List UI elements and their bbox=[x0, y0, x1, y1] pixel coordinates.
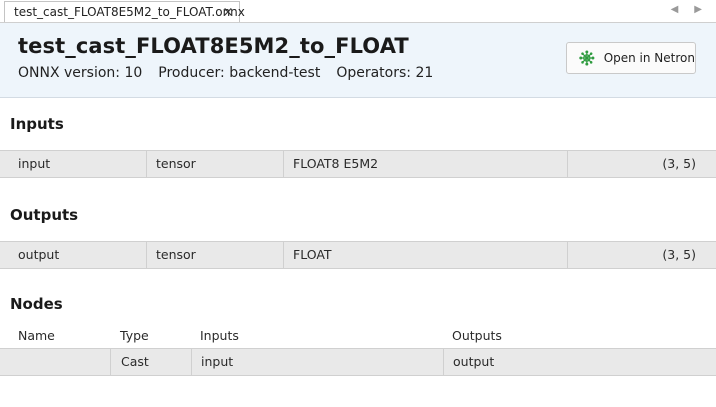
model-metadata: ONNX version: 10 Producer: backend-test Op… bbox=[18, 65, 433, 81]
output-kind: tensor bbox=[146, 242, 283, 268]
output-name: output bbox=[18, 247, 60, 262]
tab-scroll-controls: ◀ ▶ bbox=[671, 4, 702, 15]
chevron-left-icon[interactable]: ◀ bbox=[671, 4, 679, 15]
nodes-col-name: Name bbox=[18, 328, 55, 343]
input-dtype: FLOAT8 E5M2 bbox=[283, 151, 567, 177]
node-row: Cast input output bbox=[0, 348, 716, 376]
outputs-section-title: Outputs bbox=[10, 206, 79, 224]
output-row: output tensor FLOAT (3, 5) bbox=[0, 241, 716, 269]
nodes-col-outputs: Outputs bbox=[452, 328, 502, 343]
input-row: input tensor FLOAT8 E5M2 (3, 5) bbox=[0, 150, 716, 178]
open-in-netron-label: Open in Netron bbox=[603, 51, 695, 65]
node-outputs: output bbox=[443, 349, 716, 375]
onnx-version: ONNX version: 10 bbox=[18, 65, 143, 81]
input-name: input bbox=[18, 156, 51, 171]
nodes-col-inputs: Inputs bbox=[200, 328, 239, 343]
output-shape: (3, 5) bbox=[567, 242, 696, 268]
close-icon[interactable]: × bbox=[221, 5, 235, 19]
open-in-netron-button[interactable]: Open in Netron bbox=[566, 42, 696, 74]
node-type: Cast bbox=[110, 349, 191, 375]
model-header: test_cast_FLOAT8E5M2_to_FLOAT ONNX versi… bbox=[0, 23, 716, 98]
page-title: test_cast_FLOAT8E5M2_to_FLOAT bbox=[18, 34, 409, 58]
tab-label: test_cast_FLOAT8E5M2_to_FLOAT.onnx bbox=[14, 5, 245, 19]
nodes-section-title: Nodes bbox=[10, 295, 63, 313]
output-dtype: FLOAT bbox=[283, 242, 567, 268]
operator-count: Operators: 21 bbox=[336, 65, 434, 81]
tab-strip: test_cast_FLOAT8E5M2_to_FLOAT.onnx × ◀ ▶ bbox=[0, 0, 716, 23]
nodes-col-type: Type bbox=[120, 328, 149, 343]
chevron-right-icon[interactable]: ▶ bbox=[694, 4, 702, 15]
producer: Producer: backend-test bbox=[158, 65, 321, 81]
input-shape: (3, 5) bbox=[567, 151, 696, 177]
input-kind: tensor bbox=[146, 151, 283, 177]
node-name bbox=[18, 349, 110, 375]
onnx-model-viewer: test_cast_FLOAT8E5M2_to_FLOAT.onnx × ◀ ▶… bbox=[0, 0, 716, 407]
inputs-section-title: Inputs bbox=[10, 115, 64, 133]
netron-icon bbox=[579, 50, 595, 66]
node-inputs: input bbox=[191, 349, 443, 375]
tab-model-file[interactable]: test_cast_FLOAT8E5M2_to_FLOAT.onnx × bbox=[4, 1, 245, 22]
